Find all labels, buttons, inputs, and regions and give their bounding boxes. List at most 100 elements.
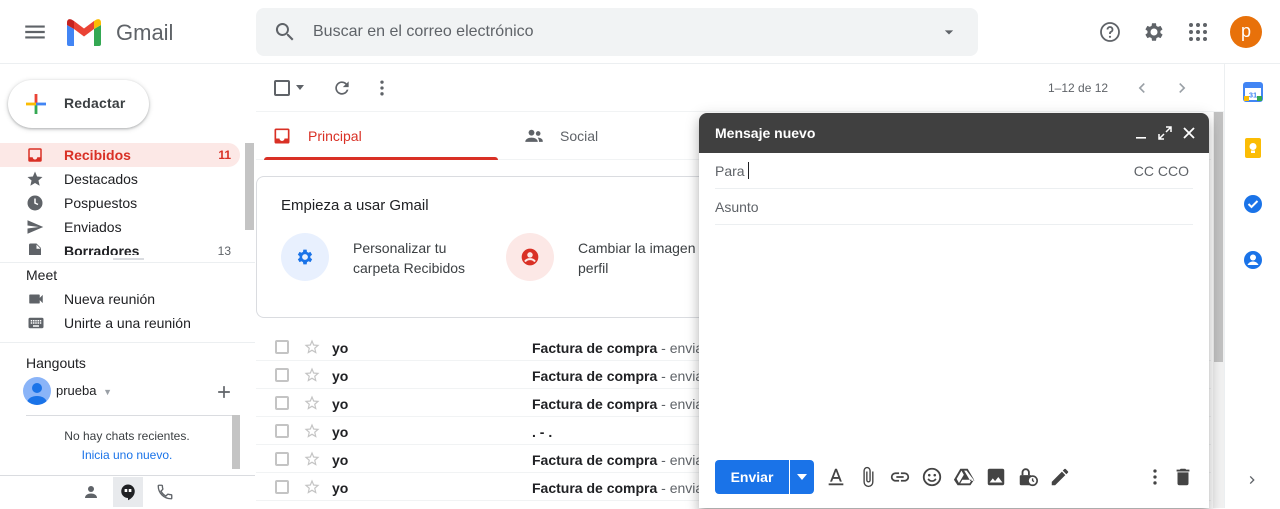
nav-scrollbar[interactable] xyxy=(245,143,254,230)
no-chats-text: No hay chats recientes. xyxy=(64,429,190,443)
hangouts-scrollbar[interactable] xyxy=(232,415,240,469)
start-chat-link[interactable]: Inicia uno nuevo. xyxy=(0,448,254,462)
nav-item-snoozed[interactable]: Pospuestos xyxy=(0,191,240,215)
attach-file-icon[interactable] xyxy=(857,466,879,488)
row-checkbox[interactable] xyxy=(275,452,289,466)
hangouts-user-menu[interactable]: prueba ▼ xyxy=(56,383,112,398)
change-profile-picture-card[interactable]: Cambiar la imagen de perfil xyxy=(506,233,726,283)
nav-item-inbox[interactable]: Recibidos 11 xyxy=(0,143,240,167)
confidential-mode-icon[interactable] xyxy=(1017,466,1039,488)
hangouts-username: prueba xyxy=(56,383,97,398)
chevron-right-icon[interactable] xyxy=(1172,78,1192,98)
sender: yo xyxy=(332,340,349,356)
main-menu-icon[interactable] xyxy=(22,19,48,45)
more-options-icon[interactable] xyxy=(1144,466,1166,488)
search-input[interactable]: Buscar en el correo electrónico xyxy=(313,23,534,41)
discard-trash-icon[interactable] xyxy=(1172,466,1194,488)
cc-bcc-links[interactable]: CC CCO xyxy=(1134,163,1189,179)
nav-item-sent[interactable]: Enviados xyxy=(0,215,240,239)
nav-item-drafts[interactable]: Borradores 13 xyxy=(0,239,240,255)
insert-photo-icon[interactable] xyxy=(985,466,1007,488)
settings-gear-icon[interactable] xyxy=(1142,20,1166,44)
row-checkbox[interactable] xyxy=(275,396,289,410)
people-icon xyxy=(524,126,544,146)
subject-line: Factura de compra - envia xyxy=(532,340,703,356)
sender: yo xyxy=(332,368,349,384)
customize-inbox-card[interactable]: Personalizar tu carpeta Recibidos xyxy=(281,233,501,283)
card-icon-circle xyxy=(281,233,329,281)
star-icon[interactable] xyxy=(303,422,321,440)
star-icon[interactable] xyxy=(303,478,321,496)
new-chat-plus-icon[interactable] xyxy=(214,382,234,402)
tab-primary[interactable]: Principal xyxy=(256,112,498,160)
subject-line: Factura de compra - envia xyxy=(532,452,703,468)
star-icon[interactable] xyxy=(303,450,321,468)
subject-line: . - . xyxy=(532,424,552,440)
to-field[interactable]: Para CC CCO xyxy=(715,153,1193,189)
row-checkbox[interactable] xyxy=(275,340,289,354)
formatting-options-icon[interactable] xyxy=(825,466,847,488)
star-icon[interactable] xyxy=(303,394,321,412)
keep-icon[interactable] xyxy=(1243,138,1263,158)
text-caret xyxy=(748,162,749,179)
tasks-icon[interactable] xyxy=(1243,194,1263,214)
row-checkbox[interactable] xyxy=(275,424,289,438)
account-avatar[interactable]: p xyxy=(1230,16,1262,48)
contacts-icon[interactable] xyxy=(1243,250,1263,270)
calendar-icon[interactable]: 31 xyxy=(1243,82,1263,102)
send-button[interactable]: Enviar xyxy=(715,460,789,494)
contacts-tab[interactable] xyxy=(76,477,106,507)
star-icon[interactable] xyxy=(303,366,321,384)
sender: yo xyxy=(332,480,349,496)
chat-tab[interactable] xyxy=(113,477,143,507)
top-header: Gmail Buscar en el correo electrónico p xyxy=(0,0,1280,64)
row-checkbox[interactable] xyxy=(275,368,289,382)
sender: yo xyxy=(332,452,349,468)
star-icon[interactable] xyxy=(303,338,321,356)
message-body[interactable] xyxy=(715,225,1193,445)
schedule-send-dropdown[interactable] xyxy=(790,460,814,494)
select-all-checkbox[interactable] xyxy=(274,80,290,96)
compose-header[interactable]: Mensaje nuevo xyxy=(699,113,1209,153)
chevron-left-icon[interactable] xyxy=(1132,78,1152,98)
more-options-icon[interactable] xyxy=(372,78,392,98)
draft-count: 13 xyxy=(217,244,231,255)
drive-icon[interactable] xyxy=(953,466,975,488)
insert-link-icon[interactable] xyxy=(889,466,911,488)
gmail-logo[interactable] xyxy=(65,17,103,47)
join-meeting-button[interactable]: Unirte a una reunión xyxy=(0,312,240,334)
account-icon xyxy=(521,248,539,266)
refresh-icon[interactable] xyxy=(332,78,352,98)
emoji-icon[interactable] xyxy=(921,466,943,488)
subject: . - . xyxy=(532,424,553,440)
signature-pen-icon[interactable] xyxy=(1049,466,1071,488)
apps-grid-icon[interactable] xyxy=(1186,20,1210,44)
search-options-icon[interactable] xyxy=(939,22,959,42)
snippet: - envia xyxy=(657,396,704,412)
select-menu-caret-icon[interactable] xyxy=(296,85,304,91)
search-icon[interactable] xyxy=(273,20,297,44)
search-bar[interactable]: Buscar en el correo electrónico xyxy=(256,8,978,56)
main-scrollbar-thumb[interactable] xyxy=(1214,112,1223,362)
to-input[interactable] xyxy=(749,159,1109,183)
close-icon[interactable] xyxy=(1182,126,1196,140)
nav-item-starred[interactable]: Destacados xyxy=(0,167,240,191)
plus-icon xyxy=(24,92,48,116)
subject-field[interactable] xyxy=(715,189,1193,225)
hangouts-avatar[interactable] xyxy=(23,377,51,405)
brand-name: Gmail xyxy=(116,20,174,45)
subject-input[interactable] xyxy=(715,195,1185,219)
draft-icon xyxy=(26,242,44,255)
fullscreen-icon[interactable] xyxy=(1158,126,1172,140)
new-meeting-button[interactable]: Nueva reunión xyxy=(0,288,240,310)
calls-tab[interactable] xyxy=(150,477,180,507)
subject: Factura de compra xyxy=(532,480,658,496)
minimize-icon[interactable] xyxy=(1134,126,1148,140)
compose-button[interactable]: Redactar xyxy=(8,80,149,128)
row-checkbox[interactable] xyxy=(275,480,289,494)
tab-label: Principal xyxy=(308,128,362,144)
subject: Factura de compra xyxy=(532,452,658,468)
chevron-right-icon[interactable] xyxy=(1244,472,1260,488)
pagination-text: 1–12 de 12 xyxy=(1048,81,1109,95)
help-icon[interactable] xyxy=(1098,20,1122,44)
